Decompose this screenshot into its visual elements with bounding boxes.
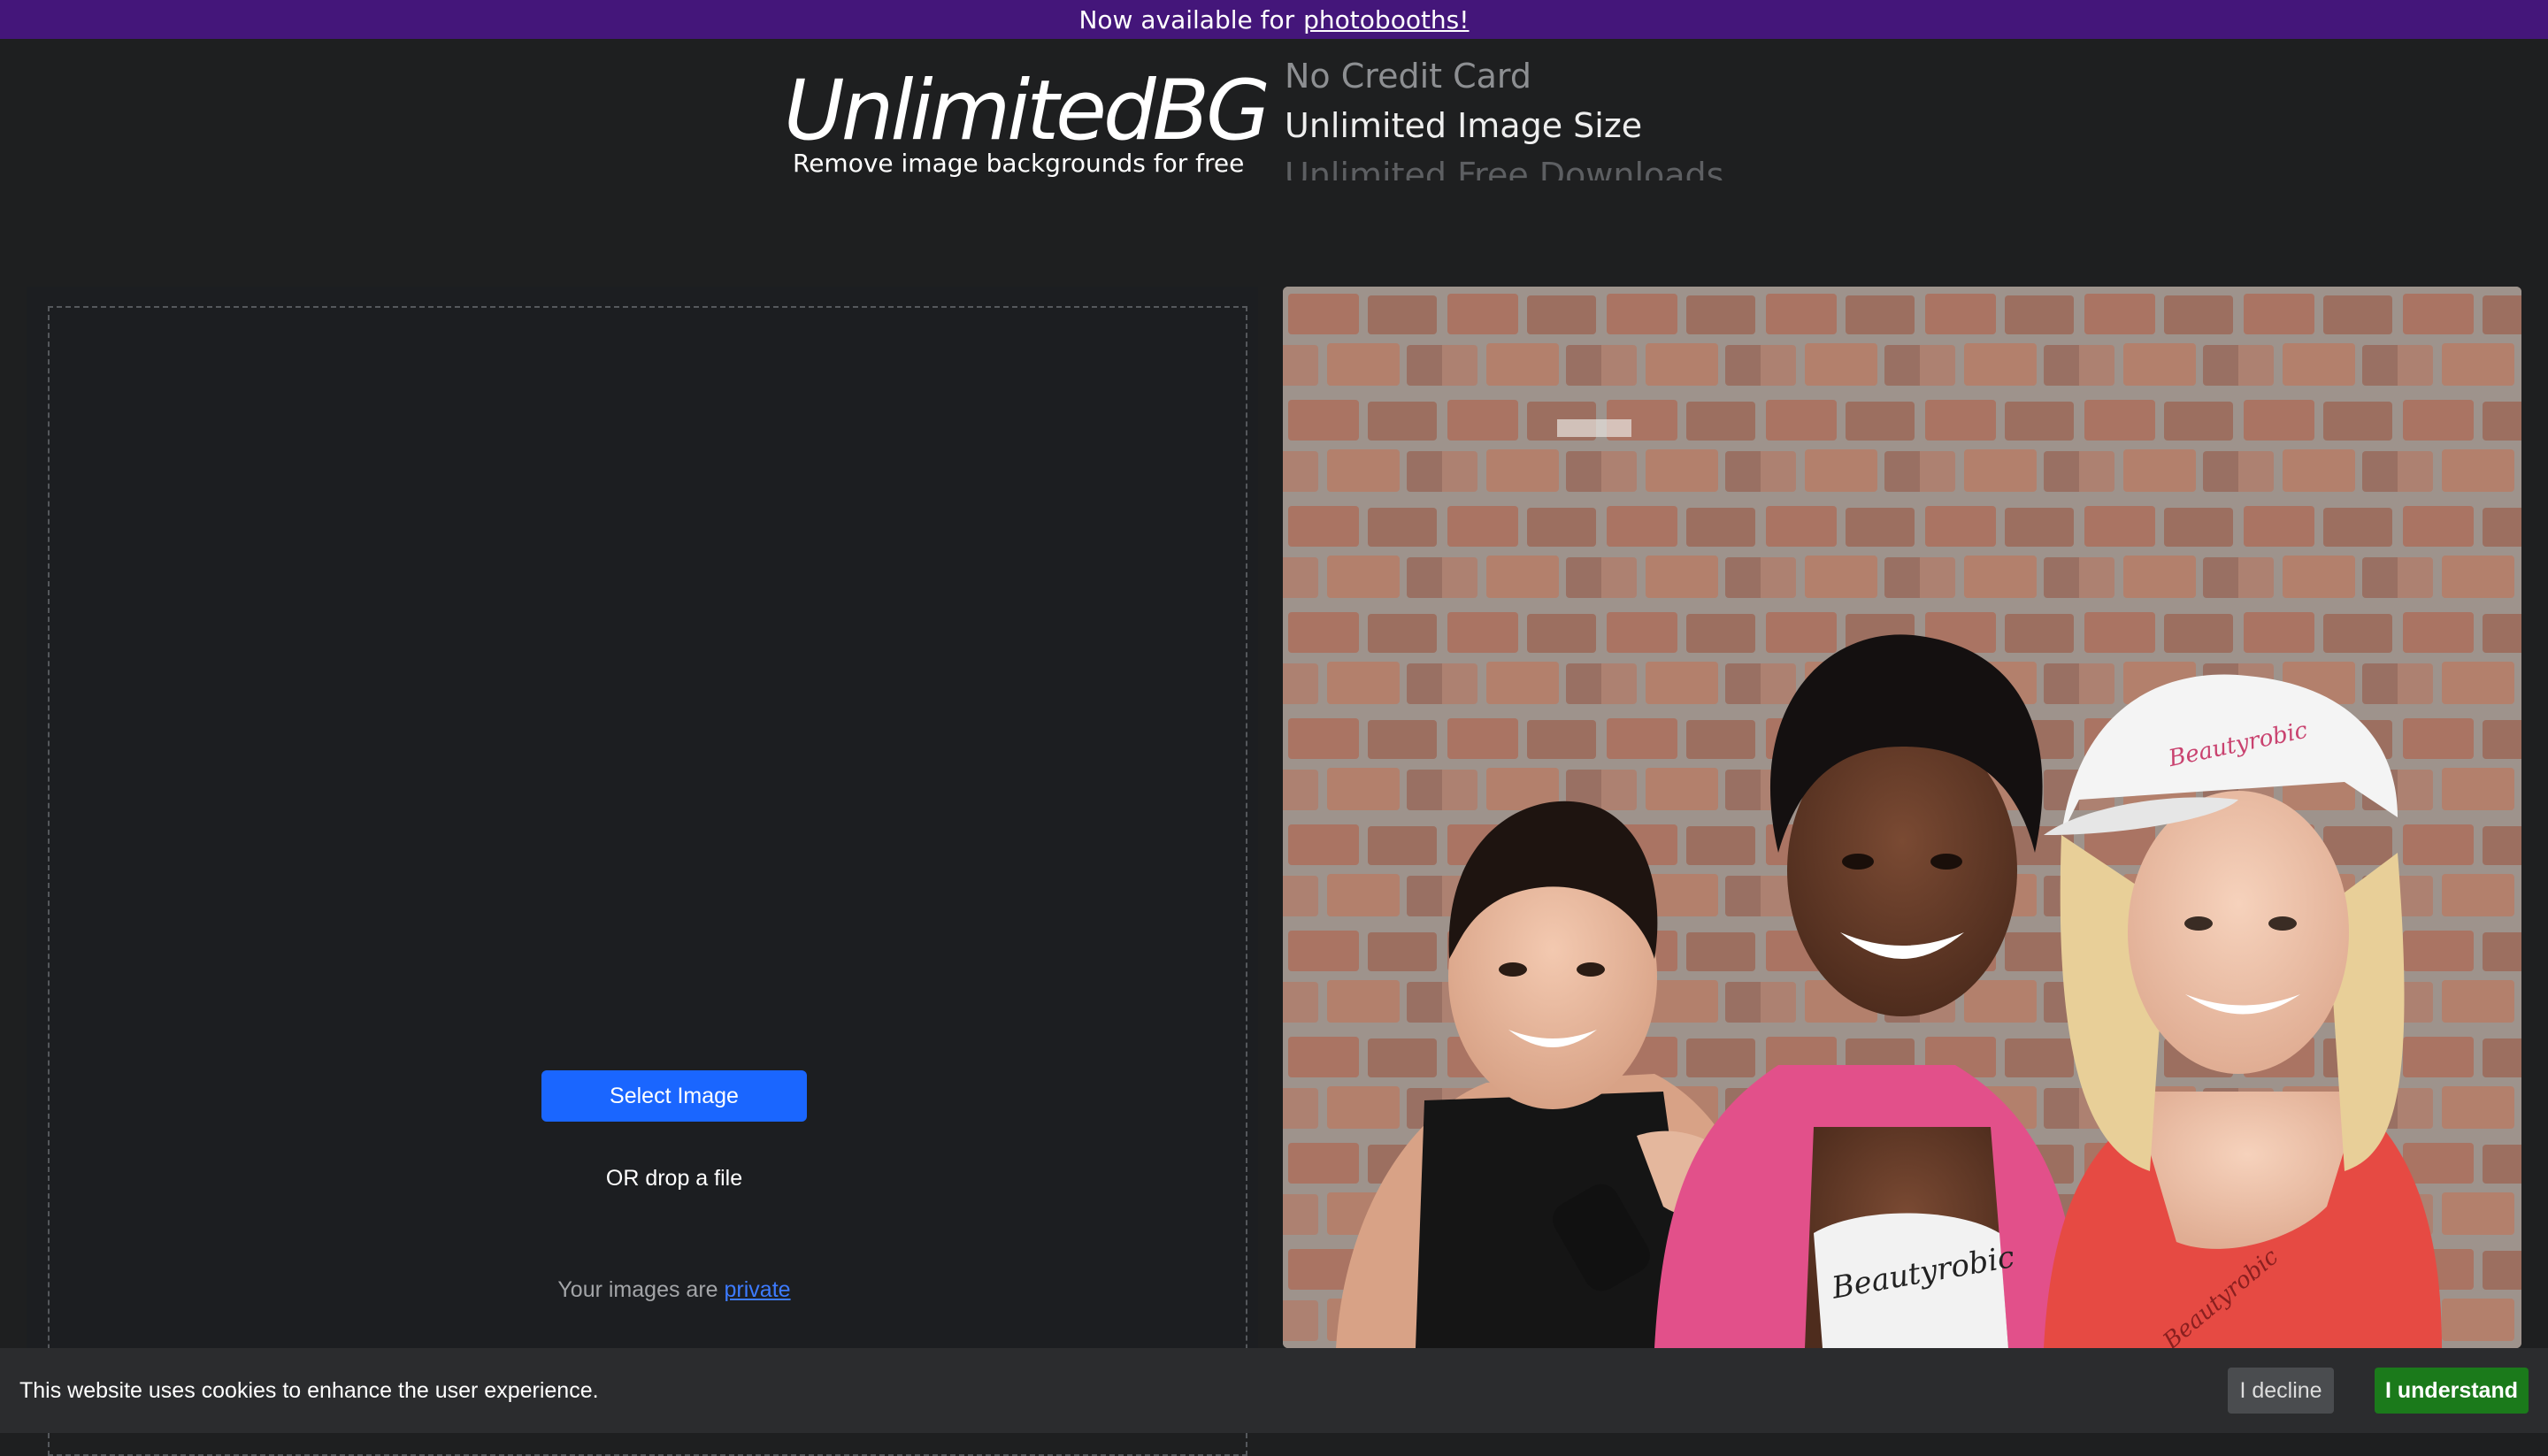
photobooths-link[interactable]: photobooths! xyxy=(1303,5,1469,34)
accept-cookies-button[interactable]: I understand xyxy=(2375,1368,2529,1414)
cookie-message: This website uses cookies to enhance the… xyxy=(19,1377,599,1403)
privacy-text: Your images are xyxy=(557,1277,718,1302)
cookie-consent-bar: This website uses cookies to enhance the… xyxy=(0,1348,2548,1433)
example-photo-illustration: Beautyrobic Beautyrobic Beautyrobic xyxy=(1283,287,2521,1348)
drop-file-text: OR drop a file xyxy=(605,1166,743,1191)
banner-text: Now available for xyxy=(1078,4,1295,34)
privacy-note: Your images are private xyxy=(453,1277,895,1303)
select-image-button[interactable]: Select Image xyxy=(541,1070,807,1122)
announcement-banner: Now available for photobooths! xyxy=(0,0,2548,39)
feature-unlimited-size: Unlimited Image Size xyxy=(1285,106,1643,145)
site-header: UnlimitedBG Remove image backgrounds for… xyxy=(0,39,2548,287)
feature-free-downloads: Unlimited Free Downloads xyxy=(1285,156,1724,180)
site-tagline: Remove image backgrounds for free xyxy=(793,149,1245,178)
site-logo[interactable]: UnlimitedBG xyxy=(784,63,1270,159)
feature-no-credit-card: No Credit Card xyxy=(1285,57,1532,96)
feature-ticker: No Credit Card Unlimited Image Size Unli… xyxy=(1285,51,1723,180)
privacy-link[interactable]: private xyxy=(725,1277,791,1302)
decline-cookies-button[interactable]: I decline xyxy=(2228,1368,2334,1414)
example-photo: Beautyrobic Beautyrobic Beautyrobic xyxy=(1283,287,2521,1348)
upload-panel: Select Image OR drop a file Your images … xyxy=(27,287,1258,1456)
